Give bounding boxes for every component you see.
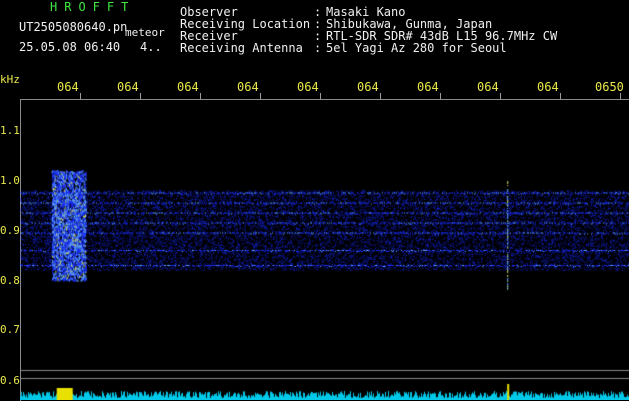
y-tick-label: 1.0 <box>0 174 20 187</box>
y-tick-label: 0.8 <box>0 274 20 287</box>
x-tick-label: 064 <box>297 80 319 94</box>
y-tick-label: 1.1 <box>0 124 20 137</box>
timestamp: 25.05.08 06:40 <box>19 40 121 54</box>
x-tick-label: 064 <box>117 80 139 94</box>
x-tick-label: 064 <box>237 80 259 94</box>
file-name: UT2505080640.pn <box>19 20 128 34</box>
x-tick-label: 064 <box>177 80 199 94</box>
x-tick-label: 064 <box>417 80 439 94</box>
y-tick-label: 0.9 <box>0 224 20 237</box>
y-tick-label: 0.7 <box>0 323 20 336</box>
x-tick-label: 064 <box>537 80 559 94</box>
colon: : <box>314 41 322 55</box>
x-tick-label: 064 <box>357 80 379 94</box>
y-tick-label: 0.6 <box>0 374 20 387</box>
spectrogram-canvas <box>20 99 629 400</box>
x-tick-label: 0650 <box>595 80 624 94</box>
antenna-value: 5el Yagi Az 280 for Seoul <box>326 41 507 55</box>
meteor-count: 4.. <box>140 40 162 54</box>
x-tick-label: 064 <box>57 80 79 94</box>
y-axis-unit: kHz <box>0 73 20 86</box>
meteor-label: meteor <box>125 26 165 39</box>
x-tick-label: 064 <box>477 80 499 94</box>
app-title: HROFFT <box>50 0 136 14</box>
antenna-label: Receiving Antenna <box>180 41 303 55</box>
